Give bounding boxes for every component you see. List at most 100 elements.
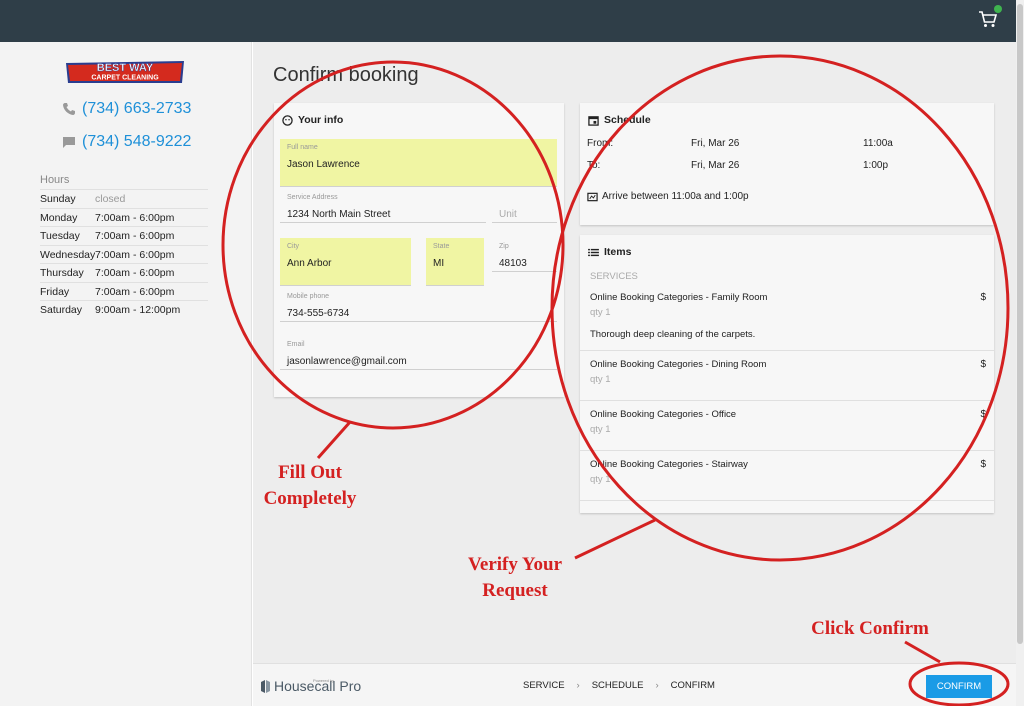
hours-time: 7:00am - 6:00pm bbox=[95, 248, 175, 261]
full-name-label: Full name bbox=[287, 144, 318, 151]
hours-row: Tuesday 7:00am - 6:00pm bbox=[40, 226, 208, 245]
service-name: Online Booking Categories - Office bbox=[590, 409, 737, 420]
zip-field[interactable]: Zip 48103 bbox=[492, 238, 557, 272]
cart-badge bbox=[994, 5, 1002, 13]
housecall-pro-logo: Housecall Pro bbox=[261, 678, 361, 694]
service-item[interactable]: Online Booking Categories - Stairway qty… bbox=[580, 451, 994, 501]
items-header: Items bbox=[588, 246, 631, 258]
city-label: City bbox=[287, 243, 300, 250]
phone-number-text[interactable]: (734) 663-2733 bbox=[82, 100, 191, 118]
housecall-pro-icon bbox=[261, 679, 270, 693]
service-price: $ bbox=[980, 409, 986, 420]
svg-text:BEST WAY: BEST WAY bbox=[97, 62, 154, 74]
from-label: From: bbox=[587, 138, 614, 149]
hours-day: Sunday bbox=[40, 193, 76, 205]
phone-number[interactable]: (734) 663-2733 bbox=[62, 100, 191, 118]
full-name-field[interactable]: Full name Jason Lawrence bbox=[280, 139, 557, 187]
service-address-label: Service Address bbox=[287, 194, 338, 201]
state-field[interactable]: State MI bbox=[426, 238, 484, 286]
annotation-verify: Verify Your Request bbox=[467, 554, 563, 601]
scrollbar-thumb[interactable] bbox=[1017, 4, 1023, 644]
cart-icon[interactable] bbox=[978, 5, 1002, 29]
message-icon bbox=[63, 137, 75, 148]
confirm-button[interactable]: CONFIRM bbox=[926, 675, 992, 698]
hours-time: 7:00am - 6:00pm bbox=[95, 285, 175, 298]
service-name: Online Booking Categories - Stairway bbox=[590, 459, 748, 470]
step-service[interactable]: SERVICE bbox=[523, 680, 565, 691]
hours-label: Hours bbox=[40, 174, 70, 186]
sidebar: BEST WAY CARPET CLEANING (734) 663-2733 … bbox=[0, 42, 252, 706]
main-content: Confirm booking Your info Full name Jaso… bbox=[253, 42, 1016, 663]
chevron-right-icon: › bbox=[576, 680, 580, 691]
from-time: 11:00a bbox=[863, 138, 893, 149]
list-icon bbox=[588, 248, 599, 256]
to-label: To: bbox=[587, 160, 601, 171]
hours-day: Monday bbox=[40, 211, 78, 224]
to-date: Fri, Mar 26 bbox=[691, 160, 740, 171]
hours-table: Sunday closed Monday 7:00am - 6:00pm Tuesd… bbox=[40, 189, 208, 319]
hours-day: Thursday bbox=[40, 267, 84, 279]
annotation-fill-out: Fill Out Completely bbox=[263, 462, 357, 509]
clock-window-icon bbox=[587, 192, 598, 201]
schedule-header: Schedule bbox=[588, 114, 651, 126]
face-icon bbox=[282, 114, 293, 126]
to-time: 1:00p bbox=[863, 160, 889, 171]
unit-field[interactable]: Unit bbox=[492, 189, 557, 223]
mobile-phone-value[interactable]: 734-555-6734 bbox=[287, 308, 349, 319]
from-date: Fri, Mar 26 bbox=[691, 138, 740, 149]
footer-bar: Housecall Pro Powered by SERVICE › SCHED… bbox=[253, 663, 1016, 706]
service-item[interactable]: Online Booking Categories - Dining Room … bbox=[580, 351, 994, 401]
scrollbar[interactable] bbox=[1016, 0, 1024, 706]
svg-text:CARPET CLEANING: CARPET CLEANING bbox=[91, 75, 159, 82]
service-qty: qty 1 bbox=[590, 424, 611, 435]
mobile-phone-field[interactable]: Mobile phone 734-555-6734 bbox=[280, 288, 557, 322]
hours-time: 7:00am - 6:00pm bbox=[95, 267, 175, 279]
mobile-phone-label: Mobile phone bbox=[287, 293, 330, 300]
your-info-title: Your info bbox=[298, 114, 344, 126]
service-qty: qty 1 bbox=[590, 474, 611, 485]
text-number-text[interactable]: (734) 548-9222 bbox=[82, 133, 191, 151]
state-value[interactable]: MI bbox=[433, 258, 444, 269]
chevron-right-icon: › bbox=[655, 680, 659, 691]
service-description: Thorough deep cleaning of the carpets. bbox=[590, 329, 756, 340]
service-qty: qty 1 bbox=[590, 307, 611, 318]
step-confirm[interactable]: CONFIRM bbox=[671, 680, 715, 691]
service-name: Online Booking Categories - Family Room bbox=[590, 292, 768, 303]
service-name: Online Booking Categories - Dining Room bbox=[590, 359, 767, 370]
schedule-title: Schedule bbox=[604, 114, 651, 126]
unit-placeholder[interactable]: Unit bbox=[499, 209, 517, 220]
city-value[interactable]: Ann Arbor bbox=[287, 258, 331, 269]
page-title: Confirm booking bbox=[273, 64, 419, 86]
step-schedule[interactable]: SCHEDULE bbox=[592, 680, 644, 691]
hours-row: Monday 7:00am - 6:00pm bbox=[40, 207, 208, 227]
email-field[interactable]: Email jasonlawrence@gmail.com bbox=[280, 336, 557, 370]
phone-icon bbox=[63, 103, 75, 115]
service-address-field[interactable]: Service Address 1234 North Main Street bbox=[280, 189, 486, 223]
hours-day: Tuesday bbox=[40, 230, 80, 242]
company-logo: BEST WAY CARPET CLEANING bbox=[64, 55, 186, 85]
full-name-value[interactable]: Jason Lawrence bbox=[287, 159, 360, 170]
hours-day: Wednesday bbox=[40, 248, 95, 261]
service-qty: qty 1 bbox=[590, 374, 611, 385]
service-address-value[interactable]: 1234 North Main Street bbox=[287, 209, 390, 220]
zip-value[interactable]: 48103 bbox=[499, 258, 527, 269]
email-label: Email bbox=[287, 341, 305, 348]
hours-row: Sunday closed bbox=[40, 189, 208, 208]
email-value[interactable]: jasonlawrence@gmail.com bbox=[287, 356, 407, 367]
text-number[interactable]: (734) 548-9222 bbox=[62, 133, 191, 151]
hours-row: Saturday 9:00am - 12:00pm bbox=[40, 300, 208, 319]
schedule-card: Schedule From: Fri, Mar 26 11:00a To: Fr… bbox=[580, 103, 994, 225]
hours-row: Wednesday 7:00am - 6:00pm bbox=[40, 244, 208, 264]
service-item[interactable]: Online Booking Categories - Office qty 1… bbox=[580, 401, 994, 451]
hours-time: closed bbox=[95, 193, 126, 205]
service-item[interactable]: Online Booking Categories - Family Room … bbox=[580, 284, 994, 351]
annotation-click-confirm: Click Confirm bbox=[811, 618, 929, 639]
hours-time: 9:00am - 12:00pm bbox=[95, 304, 181, 316]
arrival-window-text: Arrive between 11:00a and 1:00p bbox=[602, 191, 749, 202]
state-label: State bbox=[433, 243, 450, 250]
top-bar bbox=[0, 0, 1016, 42]
powered-by-text: Powered by bbox=[313, 678, 335, 683]
step-breadcrumb: SERVICE › SCHEDULE › CONFIRM bbox=[523, 680, 715, 691]
services-subheading: SERVICES bbox=[590, 271, 638, 282]
city-field[interactable]: City Ann Arbor bbox=[280, 238, 411, 286]
